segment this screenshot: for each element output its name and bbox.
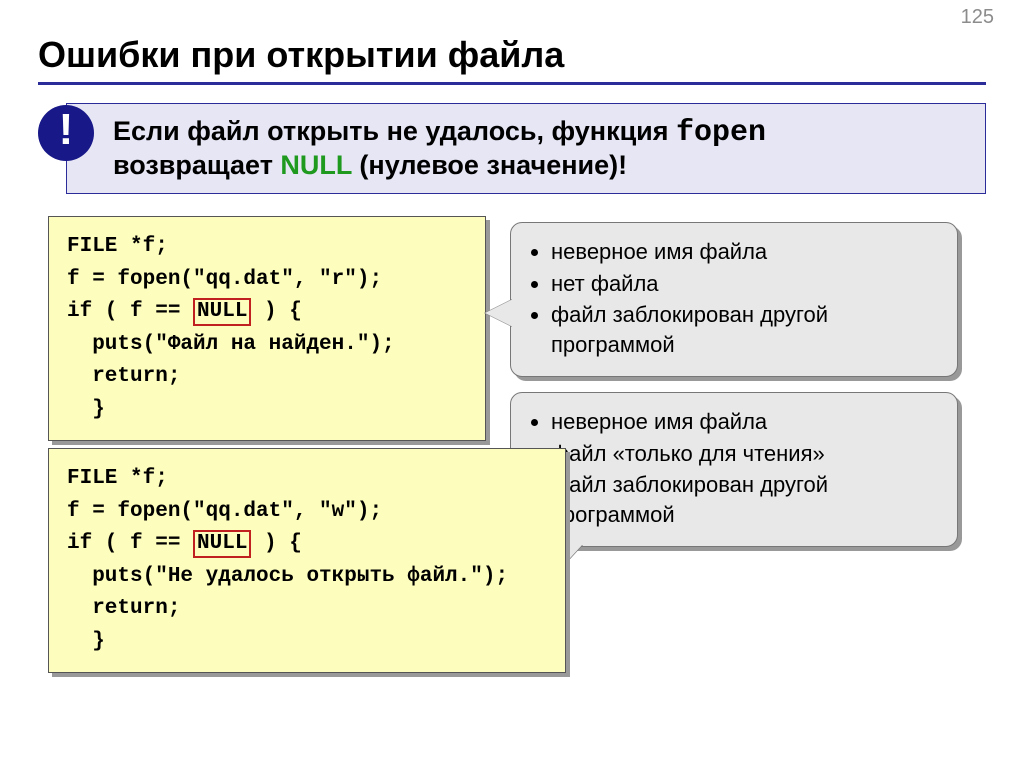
code-line: } xyxy=(67,398,105,421)
slide-title: Ошибки при открытии файла xyxy=(38,34,986,76)
note-box: Если файл открыть не удалось, функция fo… xyxy=(66,103,986,194)
code-line: puts("Не удалось открыть файл."); xyxy=(67,565,508,588)
note-text: Если файл открыть не удалось, функция xyxy=(113,116,676,146)
null-highlight: NULL xyxy=(193,298,251,326)
code-line: "); xyxy=(344,268,382,291)
code-line: return; xyxy=(67,597,180,620)
note-text-mid: возвращает xyxy=(113,150,280,180)
callout-pointer-icon xyxy=(485,299,513,327)
callout-read-errors: неверное имя файла нет файла файл заблок… xyxy=(510,222,958,377)
exclamation-icon: ! xyxy=(38,105,94,161)
code-line: FILE *f; xyxy=(67,467,168,490)
code-line: } xyxy=(67,630,105,653)
note-null: NULL xyxy=(280,150,352,180)
code-line: if ( f == xyxy=(67,532,193,555)
code-line: ) { xyxy=(251,532,301,555)
code-mode-w: w xyxy=(332,500,345,523)
code-line: f = fopen("qq.dat", " xyxy=(67,268,332,291)
code-line: "); xyxy=(344,500,382,523)
callout-list: неверное имя файла нет файла файл заблок… xyxy=(529,237,939,360)
callout-write-errors: неверное имя файла файл «только для чтен… xyxy=(510,392,958,547)
list-item: нет файла xyxy=(551,269,939,299)
null-highlight: NULL xyxy=(193,530,251,558)
callout-list: неверное имя файла файл «только для чтен… xyxy=(529,407,939,530)
code-line: puts("Файл на найден."); xyxy=(67,333,395,356)
list-item: файл заблокирован другой программой xyxy=(551,470,939,529)
code-line: f = fopen("qq.dat", " xyxy=(67,500,332,523)
list-item: файл «только для чтения» xyxy=(551,439,939,469)
code-mode-r: r xyxy=(332,268,345,291)
note-fn: fopen xyxy=(676,116,766,150)
code-block-read: FILE *f; f = fopen("qq.dat", "r"); if ( … xyxy=(48,216,486,441)
list-item: неверное имя файла xyxy=(551,407,939,437)
list-item: файл заблокирован другой программой xyxy=(551,300,939,359)
list-item: неверное имя файла xyxy=(551,237,939,267)
code-block-write: FILE *f; f = fopen("qq.dat", "w"); if ( … xyxy=(48,448,566,673)
code-line: FILE *f; xyxy=(67,235,168,258)
code-line: return; xyxy=(67,365,180,388)
note-row: ! Если файл открыть не удалось, функция … xyxy=(38,103,986,194)
code-line: if ( f == xyxy=(67,300,193,323)
title-rule xyxy=(38,82,986,85)
code-line: ) { xyxy=(251,300,301,323)
note-text-after: (нулевое значение)! xyxy=(352,150,627,180)
slide: 125 Ошибки при открытии файла ! Если фай… xyxy=(0,0,1024,767)
page-number: 125 xyxy=(961,6,994,29)
